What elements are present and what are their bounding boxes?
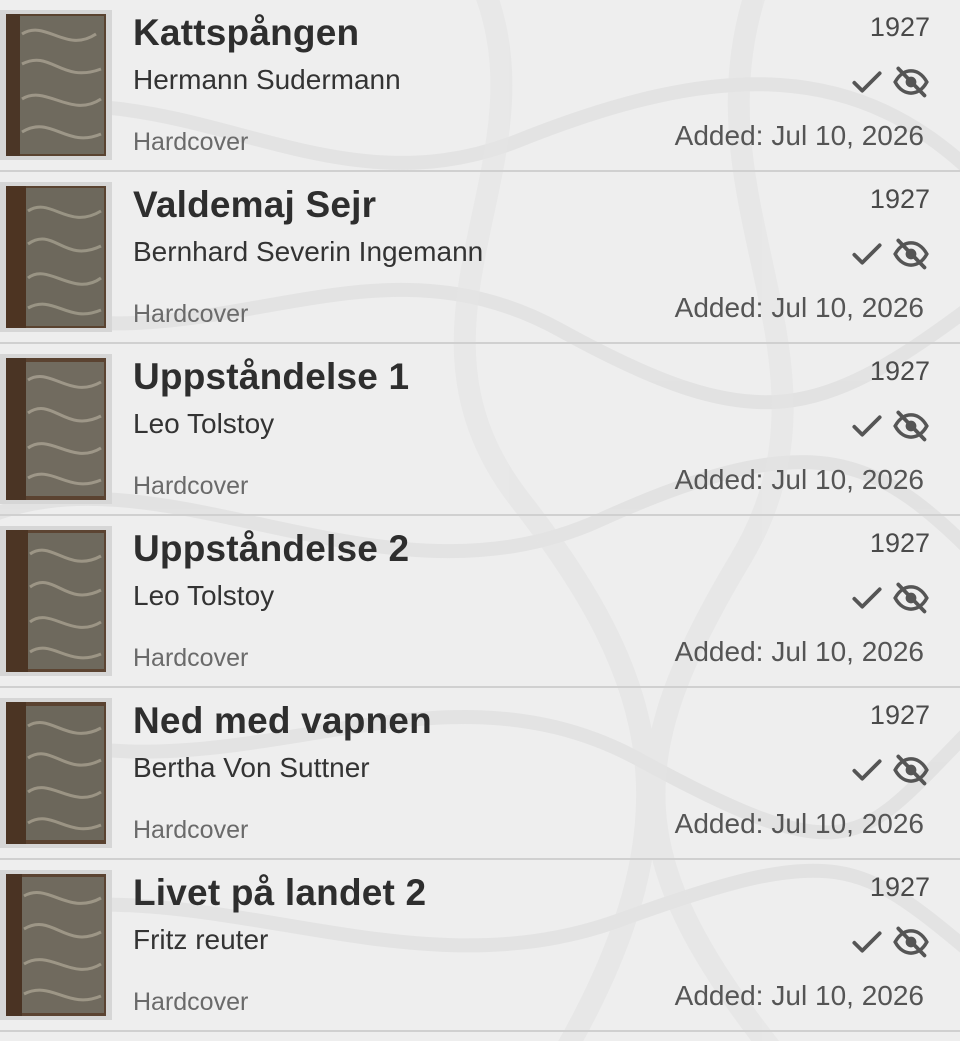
book-year: 1927 [869,700,930,730]
status-icons [848,234,930,274]
book-added-date: Added: Jul 10, 2026 [675,120,924,152]
book-cover-image [0,698,112,848]
book-format: Hardcover [133,988,249,1016]
book-author: Bertha Von Suttner [133,752,370,783]
added-date-value: Jul 10, 2026 [771,120,924,151]
book-list-item[interactable]: Uppståndelse 1 Leo Tolstoy Hardcover 192… [0,344,960,516]
book-year: 1927 [869,528,930,558]
status-icons [848,922,930,962]
status-icons [848,62,930,102]
book-list-item[interactable]: Kattspången Hermann Sudermann Hardcover … [0,0,960,172]
eye-off-icon[interactable] [892,407,930,445]
book-cover-image [0,10,112,160]
book-list-item[interactable]: Valdemaj Sejr Bernhard Severin Ingemann … [0,172,960,344]
check-icon[interactable] [848,63,886,101]
book-format: Hardcover [133,644,249,672]
book-format: Hardcover [133,472,249,500]
check-icon[interactable] [848,751,886,789]
added-label: Added: [674,808,764,839]
added-label: Added: [674,292,764,323]
added-label: Added: [674,636,764,667]
book-title: Ned med vapnen [133,700,432,741]
book-added-date: Added: Jul 10, 2026 [675,636,924,668]
added-label: Added: [674,980,764,1011]
eye-off-icon[interactable] [892,579,930,617]
added-label: Added: [674,120,764,151]
book-year: 1927 [869,12,930,42]
book-author: Fritz reuter [133,924,269,955]
added-date-value: Jul 10, 2026 [771,980,924,1011]
eye-off-icon[interactable] [892,235,930,273]
book-author: Bernhard Severin Ingemann [133,236,484,267]
added-date-value: Jul 10, 2026 [771,464,924,495]
book-author: Hermann Sudermann [133,64,401,95]
added-date-value: Jul 10, 2026 [771,292,924,323]
eye-off-icon[interactable] [892,923,930,961]
book-title: Uppståndelse 2 [133,528,410,569]
book-added-date: Added: Jul 10, 2026 [675,292,924,324]
status-icons [848,406,930,446]
added-date-value: Jul 10, 2026 [771,636,924,667]
book-title: Valdemaj Sejr [133,184,377,225]
eye-off-icon[interactable] [892,63,930,101]
book-list-item[interactable]: Ned med vapnen Bertha Von Suttner Hardco… [0,688,960,860]
book-title: Kattspången [133,12,360,53]
book-list-item[interactable]: Livet på landet 2 Fritz reuter Hardcover… [0,860,960,1032]
book-format: Hardcover [133,816,249,844]
book-author: Leo Tolstoy [133,408,275,439]
book-cover-image [0,182,112,332]
book-year: 1927 [869,184,930,214]
added-date-value: Jul 10, 2026 [771,808,924,839]
book-added-date: Added: Jul 10, 2026 [675,464,924,496]
book-list-item[interactable]: Uppståndelse 2 Leo Tolstoy Hardcover 192… [0,516,960,688]
book-format: Hardcover [133,300,249,328]
eye-off-icon[interactable] [892,751,930,789]
book-author: Leo Tolstoy [133,580,275,611]
check-icon[interactable] [848,579,886,617]
book-format: Hardcover [133,128,249,156]
book-added-date: Added: Jul 10, 2026 [675,980,924,1012]
check-icon[interactable] [848,235,886,273]
book-list: Kattspången Hermann Sudermann Hardcover … [0,0,960,1032]
book-year: 1927 [869,872,930,902]
book-added-date: Added: Jul 10, 2026 [675,808,924,840]
check-icon[interactable] [848,923,886,961]
book-cover-image [0,526,112,676]
book-cover-image [0,354,112,504]
check-icon[interactable] [848,407,886,445]
book-year: 1927 [869,356,930,386]
book-cover-image [0,870,112,1020]
status-icons [848,750,930,790]
added-label: Added: [674,464,764,495]
status-icons [848,578,930,618]
book-title: Livet på landet 2 [133,872,427,913]
book-title: Uppståndelse 1 [133,356,410,397]
